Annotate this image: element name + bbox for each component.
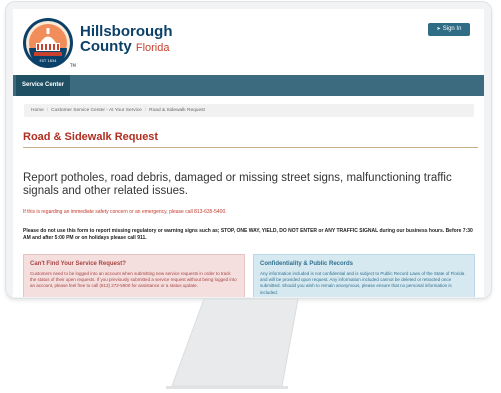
monitor-stand bbox=[166, 298, 299, 389]
